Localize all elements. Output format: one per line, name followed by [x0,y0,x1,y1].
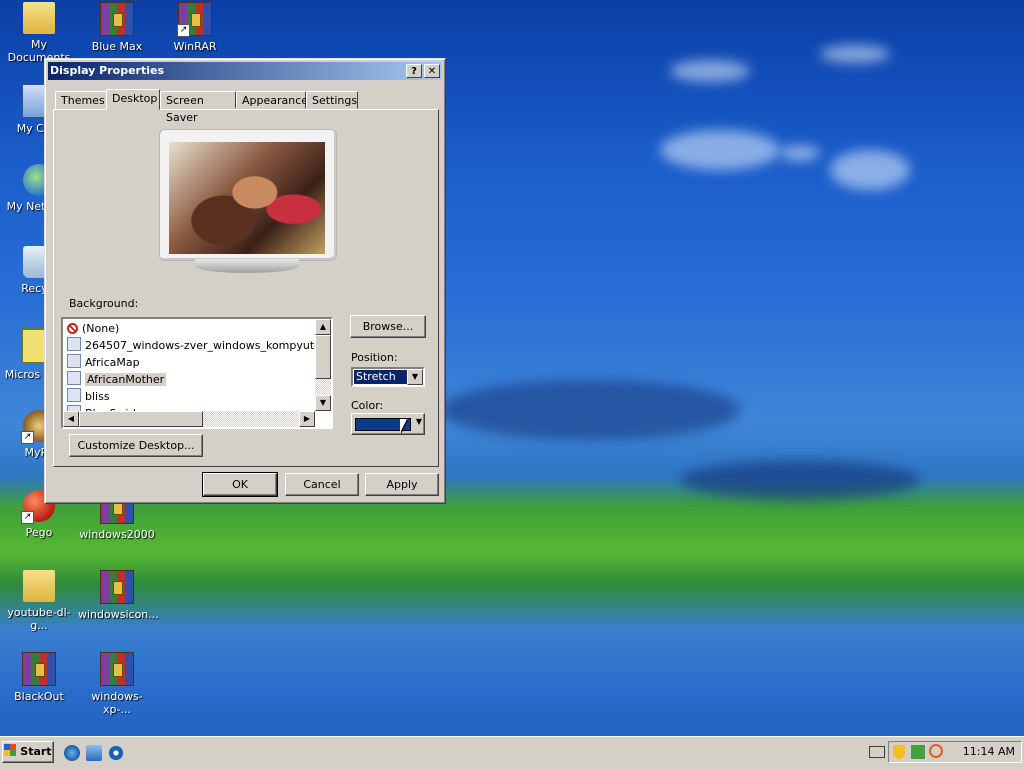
desktop-icon-label: windows2000 [79,528,155,541]
winrar-archive-icon [100,570,134,604]
background-label: Background: [69,297,139,310]
customize-desktop-button[interactable]: Customize Desktop... [69,434,203,457]
scroll-up-arrow-icon[interactable]: ▲ [315,319,331,335]
desktop-icon-my-documents[interactable]: My Documents [0,2,78,64]
search-icon[interactable] [929,744,943,758]
winrar-archive-icon [22,652,56,686]
scroll-right-arrow-icon[interactable]: ▶ [299,411,315,427]
background-listbox[interactable]: (None) 264507_windows-zver_windows_kompy… [61,317,333,429]
color-picker-button[interactable]: ▼ [351,413,425,435]
start-button[interactable]: Start [2,741,54,763]
position-dropdown[interactable]: Stretch ▼ [351,367,425,387]
list-item-none[interactable]: (None) [67,320,119,337]
mouse-cursor-icon [400,419,407,433]
no-symbol-icon [67,323,78,334]
color-label: Color: [351,399,384,412]
position-value: Stretch [354,370,408,384]
help-button[interactable]: ? [406,64,422,78]
horizontal-scrollbar[interactable]: ◀ ▶ [63,411,315,427]
windows-logo-icon [4,744,17,756]
folder-icon [23,570,55,602]
tab-settings[interactable]: Settings [306,91,358,109]
clock[interactable]: 11:14 AM [963,745,1015,758]
list-item-selected[interactable]: AfricanMother [67,371,167,388]
display-properties-dialog: Display Properties ? ✕ Themes Desktop Sc… [44,58,446,504]
desktop-icon-label: Pego [25,526,53,539]
tab-screen-saver[interactable]: Screen Saver [160,91,236,124]
image-file-icon [67,337,81,351]
desktop-icon-winrar[interactable]: WinRAR [156,2,234,53]
desktop-icon-label: youtube-dl-g... [7,606,71,632]
winrar-archive-icon [100,2,134,36]
keyboard-icon[interactable] [869,746,885,758]
tab-desktop[interactable]: Desktop [106,89,160,110]
desktop-icon-windows-xp[interactable]: windows-xp-... [78,652,156,716]
ok-button[interactable]: OK [202,472,278,497]
dialog-title: Display Properties [50,64,165,77]
chevron-down-icon: ▼ [415,417,422,426]
desktop-icon-label: BlackOut [14,690,64,703]
taskbar: Start 11:14 AM [0,736,1024,769]
wallpaper-preview [169,142,325,254]
apply-button[interactable]: Apply [365,473,439,496]
winrar-icon [177,2,212,37]
desktop-icon-label: WinRAR [173,40,217,53]
media-player-icon[interactable] [108,745,124,761]
start-label: Start [20,745,52,758]
chevron-down-icon[interactable]: ▼ [407,369,423,385]
scroll-left-arrow-icon[interactable]: ◀ [63,411,79,427]
image-file-icon [67,354,81,368]
position-label: Position: [351,351,398,364]
internet-explorer-icon[interactable] [64,745,80,761]
tab-appearance[interactable]: Appearance [236,91,308,109]
desktop-icon-blue-max[interactable]: Blue Max [78,2,156,53]
network-icon[interactable] [911,745,925,759]
desktop-icon-label: Blue Max [91,40,143,53]
monitor-preview [159,129,337,261]
close-button[interactable]: ✕ [424,64,440,78]
security-shield-icon[interactable] [893,745,905,759]
desktop-icon-youtube-dl[interactable]: youtube-dl-g... [0,570,78,632]
cancel-button[interactable]: Cancel [285,473,359,496]
dialog-titlebar[interactable]: Display Properties ? ✕ [48,62,442,80]
show-desktop-icon[interactable] [86,745,102,761]
desktop-icon-windowsicon[interactable]: windowsicon... [78,570,159,621]
desktop-icon-label: windows-xp-... [91,690,143,716]
image-file-icon [67,371,81,385]
folder-icon [23,2,55,34]
monitor-stand [195,259,299,273]
system-tray: 11:14 AM [869,741,1022,763]
winrar-archive-icon [100,652,134,686]
scroll-thumb[interactable] [315,335,331,379]
desktop-icon-blackout[interactable]: BlackOut [0,652,78,703]
tab-themes[interactable]: Themes [55,91,107,109]
list-item[interactable]: 264507_windows-zver_windows_kompyuternyi… [67,337,331,354]
scroll-thumb[interactable] [79,411,203,427]
desktop-icon-label: windowsicon... [78,608,159,621]
scroll-down-arrow-icon[interactable]: ▼ [315,395,331,411]
image-file-icon [67,388,81,402]
browse-button[interactable]: Browse... [350,315,426,338]
vertical-scrollbar[interactable]: ▲ ▼ [315,319,331,411]
list-item[interactable]: bliss [67,388,110,405]
list-item[interactable]: AfricaMap [67,354,140,371]
